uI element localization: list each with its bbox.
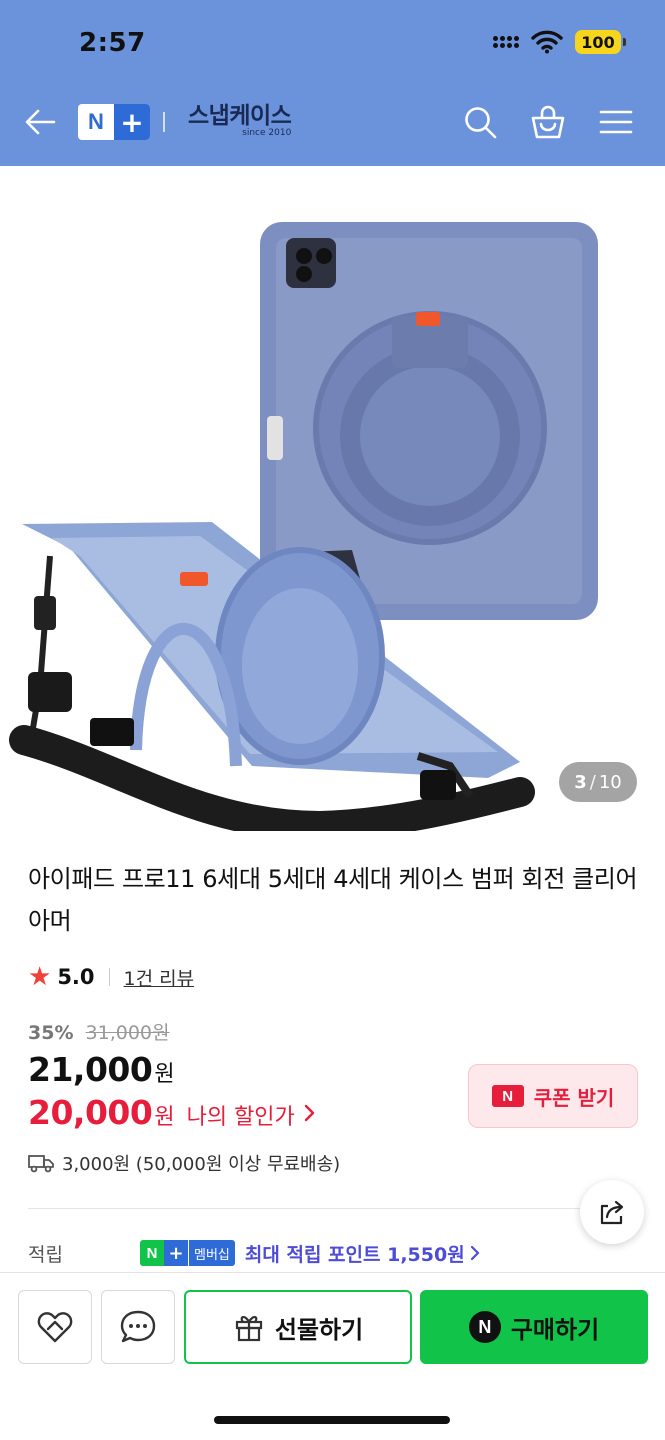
points-label: 적립 [28, 1243, 63, 1266]
discount-line: 35% 31,000원 [28, 1018, 170, 1045]
naver-plus-n: N [88, 109, 104, 134]
buy-label: 구매하기 [510, 1315, 600, 1344]
delivery-truck-icon [28, 1155, 54, 1173]
buy-button[interactable]: N 구매하기 [420, 1290, 648, 1364]
image-counter-total: 10 [598, 771, 622, 793]
cellular-signal-icon [493, 36, 519, 48]
membership-text: 멤버십 [188, 1240, 235, 1266]
my-discount-price-link[interactable]: 20,000 원 나의 할인가 [28, 1093, 317, 1132]
talk-button[interactable] [101, 1290, 175, 1364]
coupon-button[interactable]: N 쿠폰 받기 [468, 1064, 638, 1128]
search-button[interactable] [461, 103, 499, 141]
brand-since: since 2010 [242, 128, 292, 138]
image-counter-separator: / [589, 771, 596, 793]
chevron-right-icon [470, 1245, 479, 1261]
store-brand[interactable]: 스냅케이스 since 2010 [188, 103, 292, 138]
coupon-n-icon: N [491, 1085, 524, 1107]
coupon-label: 쿠폰 받기 [533, 1085, 615, 1110]
home-indicator[interactable] [214, 1416, 450, 1424]
membership-plus: + [164, 1240, 188, 1266]
rating-row: ★ 5.0 1건 리뷰 [28, 962, 194, 992]
price-unit: 원 [154, 1062, 175, 1087]
header-divider [163, 112, 165, 132]
points-row[interactable]: 적립 N + 멤버십 최대 적립 포인트 1,550원 [28, 1238, 638, 1268]
my-price-unit: 원 [154, 1105, 175, 1130]
sale-price: 21,000원 [28, 1050, 175, 1089]
status-icons: 100 [493, 30, 626, 54]
image-counter: 3 / 10 [559, 762, 637, 802]
section-divider [28, 1208, 580, 1209]
naver-pay-n-icon: N [468, 1311, 501, 1343]
shipping-text: 3,000원 (50,000원 이상 무료배송) [62, 1154, 341, 1175]
gift-button[interactable]: 선물하기 [184, 1290, 412, 1364]
top-bar: 2:57 100 N + 스냅케이스 since 2010 [0, 0, 665, 166]
membership-n: N [140, 1240, 164, 1266]
product-photo [9, 222, 598, 842]
wishlist-button[interactable] [18, 1290, 92, 1364]
shipping-info: 3,000원 (50,000원 이상 무료배송) [28, 1150, 340, 1176]
gift-icon [235, 1316, 262, 1342]
discount-rate: 35% [28, 1022, 74, 1044]
menu-button[interactable] [597, 103, 635, 141]
share-icon [600, 1200, 624, 1225]
back-button[interactable] [22, 104, 58, 140]
rating-divider [108, 968, 110, 986]
wifi-icon [531, 30, 563, 54]
menu-icon [599, 110, 633, 134]
gift-label: 선물하기 [274, 1315, 364, 1344]
naver-plus-logo[interactable]: N + [78, 104, 150, 140]
share-button[interactable] [580, 1180, 644, 1244]
heart-icon [37, 1312, 73, 1343]
star-icon: ★ [28, 962, 52, 992]
shopping-bag-icon [531, 105, 565, 139]
review-count-link[interactable]: 1건 리뷰 [124, 964, 195, 991]
membership-badge: N + 멤버십 [140, 1240, 235, 1266]
back-arrow-icon [25, 109, 56, 135]
my-price-value: 20,000 [28, 1093, 153, 1132]
original-price: 31,000원 [85, 1022, 170, 1044]
product-title: 아이패드 프로11 6세대 5세대 4세대 케이스 범퍼 회전 클리어 아머 [28, 865, 638, 935]
price-value: 21,000 [28, 1050, 153, 1089]
rating-value: 5.0 [57, 965, 95, 989]
my-price-label: 나의 할인가 [186, 1105, 295, 1130]
brand-name: 스냅케이스 [188, 103, 292, 129]
cart-button[interactable] [529, 103, 567, 141]
chevron-right-icon [304, 1104, 314, 1122]
status-time: 2:57 [79, 28, 146, 58]
chat-bubble-icon [120, 1310, 156, 1343]
battery-indicator: 100 [575, 30, 626, 54]
image-counter-current: 3 [574, 771, 587, 793]
max-points-text: 최대 적립 포인트 1,550원 [244, 1243, 465, 1266]
product-image[interactable] [0, 166, 665, 842]
search-icon [465, 107, 497, 139]
naver-plus-plus: + [114, 104, 150, 140]
